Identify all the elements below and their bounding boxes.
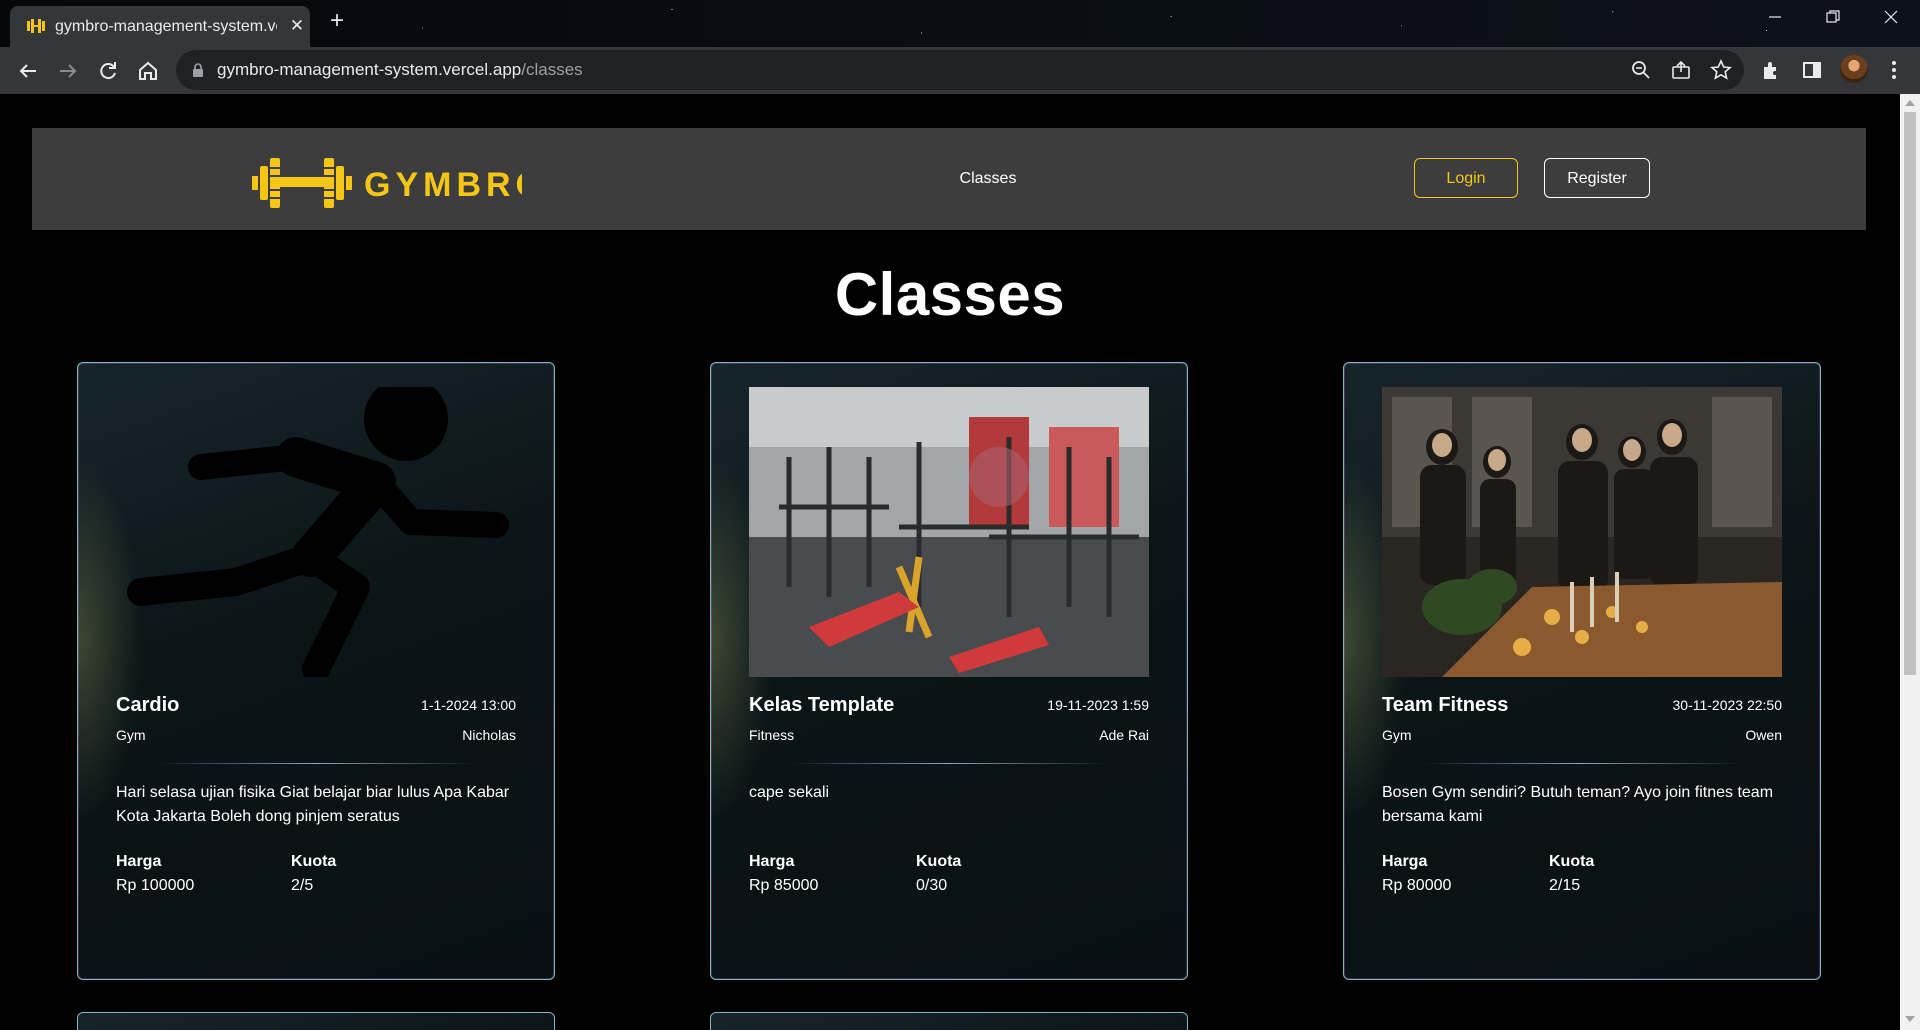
- class-description: cape sekali: [749, 784, 830, 801]
- lock-icon: [193, 63, 203, 77]
- restore-icon[interactable]: [1818, 8, 1848, 32]
- home-icon[interactable]: [134, 57, 162, 85]
- class-name: Team Fitness: [1382, 694, 1509, 716]
- class-card[interactable]: Team Fitness 30-11-2023 22:50 Gym Owen B…: [1343, 362, 1821, 980]
- reload-icon[interactable]: [94, 57, 122, 85]
- gym-favicon-icon: [27, 19, 45, 33]
- card-divider: [1422, 763, 1742, 764]
- minimize-icon[interactable]: [1760, 8, 1790, 32]
- scroll-up-arrow-icon[interactable]: [1905, 100, 1915, 106]
- class-category: Gym: [1382, 727, 1412, 743]
- side-panel-icon[interactable]: [1800, 58, 1824, 82]
- page-viewport: GYMBROS Classes Login Register Classes C…: [0, 94, 1900, 1030]
- class-quota: 2/5: [291, 877, 314, 894]
- quota-label: Kuota: [1549, 853, 1595, 870]
- price-label: Harga: [749, 853, 795, 870]
- forward-arrow-icon[interactable]: [54, 57, 82, 85]
- class-datetime: 19-11-2023 1:59: [1047, 697, 1149, 713]
- class-card-partial[interactable]: [710, 1012, 1188, 1030]
- class-description: Hari selasa ujian fisika Giat belajar bi…: [116, 784, 510, 825]
- class-category: Gym: [116, 727, 146, 743]
- bookmark-star-icon[interactable]: [1710, 59, 1732, 81]
- quota-label: Kuota: [291, 853, 337, 870]
- login-button[interactable]: Login: [1414, 158, 1518, 198]
- quota-label: Kuota: [916, 853, 962, 870]
- zoom-icon[interactable]: [1630, 59, 1652, 81]
- class-description: Bosen Gym sendiri? Butuh teman? Ayo join…: [1382, 784, 1774, 825]
- site-navbar: GYMBROS Classes Login Register: [32, 128, 1866, 230]
- profile-avatar[interactable]: [1840, 55, 1868, 83]
- class-quota: 2/15: [1549, 877, 1581, 894]
- page-title: Classes: [834, 261, 1066, 328]
- share-icon[interactable]: [1670, 59, 1692, 81]
- class-category: Fitness: [749, 727, 795, 743]
- scroll-down-arrow-icon[interactable]: [1905, 1016, 1915, 1022]
- page-scrollbar[interactable]: [1900, 94, 1920, 1030]
- class-price: Rp 100000: [116, 877, 195, 894]
- people-gathering-photo: [1382, 387, 1782, 677]
- register-button[interactable]: Register: [1544, 158, 1650, 198]
- nav-link-classes[interactable]: Classes: [932, 170, 1044, 188]
- class-quota: 0/30: [916, 877, 948, 894]
- back-arrow-icon[interactable]: [14, 57, 42, 85]
- scroll-thumb[interactable]: [1904, 112, 1916, 675]
- close-window-icon[interactable]: [1876, 8, 1906, 32]
- extensions-puzzle-icon[interactable]: [1760, 58, 1784, 82]
- running-person-icon: [127, 387, 509, 677]
- class-trainer: Owen: [1745, 727, 1782, 743]
- gym-equipment-photo: [749, 387, 1149, 677]
- browser-tab-strip: gymbro-management-system.ve ✕ +: [0, 0, 1920, 47]
- class-price: Rp 80000: [1382, 877, 1452, 894]
- class-card-partial[interactable]: [77, 1012, 555, 1030]
- url-text: gymbro-management-system.vercel.app/clas…: [217, 60, 583, 80]
- menu-kebab-icon[interactable]: [1882, 58, 1906, 82]
- new-tab-button[interactable]: +: [325, 9, 349, 33]
- card-divider: [789, 763, 1109, 764]
- tab-title: gymbro-management-system.ve: [55, 18, 277, 35]
- url-path: /classes: [521, 60, 583, 79]
- class-name: Cardio: [116, 694, 180, 716]
- class-trainer: Ade Rai: [1099, 727, 1149, 743]
- brand-text: GYMBROS: [364, 166, 522, 204]
- class-card[interactable]: Cardio 1-1-2024 13:00 Gym Nicholas Hari …: [77, 362, 555, 980]
- class-price: Rp 85000: [749, 877, 819, 894]
- price-label: Harga: [1382, 853, 1428, 870]
- class-card[interactable]: Kelas Template 19-11-2023 1:59 Fitness A…: [710, 362, 1188, 980]
- class-name: Kelas Template: [749, 694, 895, 716]
- tab-close-icon[interactable]: ✕: [286, 15, 308, 37]
- class-trainer: Nicholas: [462, 727, 516, 743]
- price-label: Harga: [116, 853, 162, 870]
- browser-tab[interactable]: gymbro-management-system.ve ✕: [10, 6, 310, 47]
- address-bar[interactable]: gymbro-management-system.vercel.app/clas…: [176, 50, 1744, 90]
- url-host: gymbro-management-system.vercel.app: [217, 60, 522, 79]
- gymbros-logo[interactable]: GYMBROS: [252, 154, 522, 210]
- class-datetime: 30-11-2023 22:50: [1672, 697, 1783, 713]
- class-datetime: 1-1-2024 13:00: [421, 697, 516, 713]
- card-divider: [156, 763, 476, 764]
